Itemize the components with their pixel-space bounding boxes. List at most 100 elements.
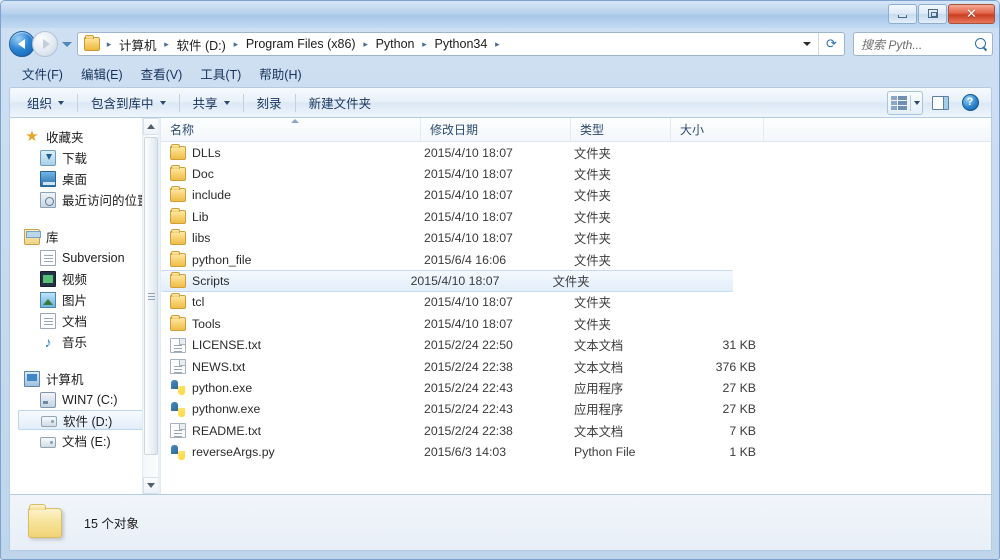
- file-date-cell: 2015/4/10 18:07: [424, 295, 513, 310]
- music-icon: ♪: [44, 333, 52, 350]
- table-row[interactable]: Tools 2015/4/10 18:07 文件夹: [161, 313, 991, 334]
- sidebar-item-documents[interactable]: 文档: [10, 310, 158, 331]
- breadcrumb-item-computer[interactable]: 计算机: [116, 35, 160, 54]
- table-row[interactable]: NEWS.txt 2015/2/24 22:38 文本文档 376 KB: [161, 356, 991, 377]
- sidebar-item-recent-places[interactable]: 最近访问的位置: [10, 189, 158, 210]
- menu-file[interactable]: 文件(F): [13, 62, 72, 85]
- search-icon: [975, 37, 988, 51]
- file-type-cell: 应用程序: [574, 403, 624, 418]
- file-type-cell: 文件夹: [574, 168, 611, 183]
- breadcrumb-item-python[interactable]: Python: [373, 37, 418, 51]
- computer-icon: [24, 370, 40, 387]
- file-list-pane: 名称 修改日期 类型 大小 DLLs 2015/4/10 18:07 文件夹 Doc 2…: [161, 118, 991, 494]
- sidebar-item-desktop[interactable]: 桌面: [10, 168, 158, 189]
- breadcrumb-item-program-files[interactable]: Program Files (x86): [243, 37, 359, 51]
- sidebar-label-music: 音乐: [62, 336, 88, 350]
- file-date-cell: 2015/2/24 22:50: [424, 338, 513, 353]
- table-row[interactable]: reverseArgs.py 2015/6/3 14:03 Python File 1…: [161, 441, 991, 462]
- organize-button[interactable]: 组织: [18, 89, 73, 116]
- file-name-cell: include: [164, 186, 424, 203]
- close-button[interactable]: ✕: [948, 3, 995, 24]
- view-options-button[interactable]: [887, 90, 923, 115]
- drive-icon: [40, 436, 56, 448]
- command-toolbar: 组织 包含到库中 共享 刻录 新建文件夹 ?: [9, 87, 992, 117]
- table-row[interactable]: python_file 2015/6/4 16:06 文件夹: [161, 249, 991, 270]
- menu-view[interactable]: 查看(V): [132, 62, 192, 85]
- forward-button[interactable]: [32, 31, 58, 57]
- preview-pane-button[interactable]: [927, 91, 953, 115]
- file-type-cell: 文件夹: [574, 296, 611, 311]
- file-name-label: pythonw.exe: [192, 402, 261, 417]
- sidebar-label-computer: 计算机: [46, 373, 84, 387]
- column-header-size[interactable]: 大小: [671, 118, 764, 141]
- file-type-cell: 应用程序: [574, 381, 624, 396]
- file-name-label: python_file: [192, 252, 252, 267]
- video-icon: [40, 270, 56, 287]
- file-name-cell: README.txt: [164, 423, 424, 439]
- scrollbar-thumb[interactable]: [144, 137, 158, 455]
- file-name-label: Doc: [192, 167, 214, 182]
- table-row[interactable]: LICENSE.txt 2015/2/24 22:50 文本文档 31 KB: [161, 335, 991, 356]
- folder-icon: [170, 229, 186, 246]
- share-button[interactable]: 共享: [184, 89, 239, 116]
- text-file-icon: [170, 359, 186, 375]
- organize-label: 组织: [27, 97, 53, 111]
- sidebar-item-pictures[interactable]: 图片: [10, 289, 158, 310]
- table-row[interactable]: libs 2015/4/10 18:07 文件夹: [161, 228, 991, 249]
- search-input[interactable]: 搜索 Pyth...: [853, 32, 993, 56]
- table-row[interactable]: include 2015/4/10 18:07 文件夹: [161, 185, 991, 206]
- sidebar-item-videos[interactable]: 视频: [10, 268, 158, 289]
- menu-tools[interactable]: 工具(T): [191, 62, 250, 85]
- scroll-down-icon: [147, 483, 155, 488]
- new-folder-button[interactable]: 新建文件夹: [300, 89, 381, 116]
- column-header-type[interactable]: 类型: [571, 118, 671, 141]
- file-type-cell: 文本文档: [574, 360, 624, 375]
- sidebar-item-favorites[interactable]: ★ 收藏夹: [10, 126, 158, 147]
- sidebar-item-libraries[interactable]: 库: [10, 226, 158, 247]
- scroll-up-button[interactable]: [143, 118, 158, 135]
- sidebar-item-drive-c[interactable]: WIN7 (C:): [10, 389, 158, 410]
- breadcrumb-item-python34[interactable]: Python34: [432, 37, 491, 51]
- sidebar-item-subversion[interactable]: Subversion: [10, 247, 158, 268]
- table-row[interactable]: python.exe 2015/2/24 22:43 应用程序 27 KB: [161, 377, 991, 398]
- minimize-button[interactable]: [888, 3, 917, 24]
- file-name-label: Scripts: [192, 274, 230, 289]
- restore-button[interactable]: [918, 3, 947, 24]
- sidebar-label-drive-e: 文档 (E:): [62, 435, 111, 449]
- scroll-down-button[interactable]: [143, 477, 158, 494]
- sidebar-item-drive-d[interactable]: 软件 (D:): [18, 410, 158, 430]
- table-row[interactable]: pythonw.exe 2015/2/24 22:43 应用程序 27 KB: [161, 399, 991, 420]
- computer-group: 计算机 WIN7 (C:) 软件 (D:) 文档 (E:): [10, 368, 158, 451]
- column-header-name[interactable]: 名称: [161, 118, 421, 141]
- history-dropdown-icon: [61, 41, 72, 47]
- libraries-group: 库 Subversion 视频 图片 文档 ♪ 音乐: [10, 226, 158, 352]
- help-button[interactable]: ?: [957, 91, 983, 115]
- table-row[interactable]: Scripts 2015/4/10 18:07 文件夹: [161, 270, 733, 292]
- menu-edit[interactable]: 编辑(E): [72, 62, 132, 85]
- table-row[interactable]: Lib 2015/4/10 18:07 文件夹: [161, 206, 991, 227]
- table-row[interactable]: DLLs 2015/4/10 18:07 文件夹: [161, 142, 991, 163]
- table-row[interactable]: README.txt 2015/2/24 22:38 文本文档 7 KB: [161, 420, 991, 441]
- sidebar-item-music[interactable]: ♪ 音乐: [10, 331, 158, 352]
- history-dropdown-button[interactable]: [60, 38, 73, 51]
- menu-help[interactable]: 帮助(H): [250, 62, 310, 85]
- file-name-label: NEWS.txt: [192, 359, 246, 374]
- sidebar-scrollbar[interactable]: [142, 118, 158, 494]
- sidebar-item-drive-e[interactable]: 文档 (E:): [10, 430, 158, 451]
- breadcrumb-separator: ▸: [363, 38, 368, 49]
- sidebar-item-downloads[interactable]: 下载: [10, 147, 158, 168]
- breadcrumb-item-drive-d[interactable]: 软件 (D:): [174, 35, 229, 54]
- column-header-date[interactable]: 修改日期: [421, 118, 571, 141]
- burn-button[interactable]: 刻录: [248, 89, 291, 116]
- table-row[interactable]: Doc 2015/4/10 18:07 文件夹: [161, 163, 991, 184]
- include-in-library-button[interactable]: 包含到库中: [82, 89, 175, 116]
- table-row[interactable]: tcl 2015/4/10 18:07 文件夹: [161, 292, 991, 313]
- sidebar-item-computer[interactable]: 计算机: [10, 368, 158, 389]
- address-dropdown-button[interactable]: [796, 33, 818, 55]
- file-name-cell: python.exe: [164, 380, 424, 396]
- file-size-cell: 1 KB: [729, 445, 756, 460]
- refresh-button[interactable]: ⟳: [818, 33, 844, 55]
- breadcrumb-separator: ▸: [164, 38, 169, 49]
- address-bar[interactable]: ▸ 计算机 ▸ 软件 (D:) ▸ Program Files (x86) ▸ …: [77, 32, 845, 56]
- chevron-down-icon[interactable]: [914, 100, 920, 105]
